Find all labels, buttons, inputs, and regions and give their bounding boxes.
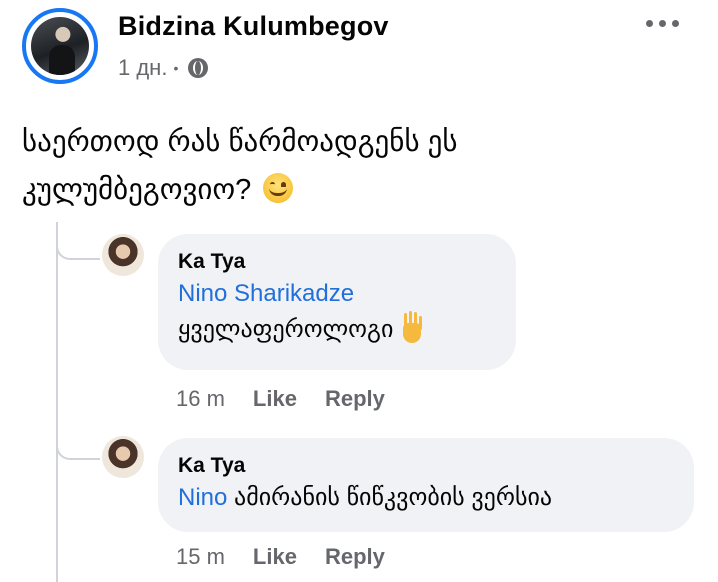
comment-bubble: Ka Tya Nino ამირანის წიწკვობის ვერსია bbox=[158, 438, 694, 532]
thread-line bbox=[56, 222, 58, 582]
smile-emoji-icon bbox=[263, 173, 294, 203]
comment-author[interactable]: Ka Tya bbox=[178, 452, 674, 480]
meta-separator: • bbox=[173, 60, 179, 76]
thread-branch bbox=[56, 430, 100, 460]
more-icon[interactable] bbox=[646, 20, 686, 32]
comment-time[interactable]: 16 m bbox=[176, 386, 225, 412]
author-avatar[interactable] bbox=[22, 8, 98, 84]
like-button[interactable]: Like bbox=[253, 386, 297, 412]
globe-icon[interactable] bbox=[188, 58, 209, 78]
commenter-avatar[interactable] bbox=[102, 234, 144, 276]
post-text-line-1: საერთოდ რას წარმოადგენს ეს bbox=[22, 126, 458, 158]
post-timestamp[interactable]: 1 дн. bbox=[118, 55, 167, 81]
comment-tag[interactable]: Nino bbox=[178, 484, 227, 511]
thread-branch bbox=[56, 230, 100, 260]
commenter-avatar[interactable] bbox=[102, 436, 144, 478]
post-header: Bidzina Kulumbegov 1 дн. • bbox=[0, 0, 718, 100]
avatar-photo bbox=[31, 17, 89, 75]
comment-actions: 15 m Like Reply bbox=[176, 544, 413, 570]
comment-tag[interactable]: Nino Sharikadze bbox=[178, 280, 354, 307]
comment-actions: 16 m Like Reply bbox=[176, 386, 413, 412]
reply-button[interactable]: Reply bbox=[325, 544, 385, 570]
post-text-line-2: კულუმბეგოვიო? bbox=[22, 174, 252, 206]
comment-bubble: Ka Tya Nino Sharikadze ყველაფეროლოგი bbox=[158, 234, 516, 370]
like-button[interactable]: Like bbox=[253, 544, 297, 570]
post-text: საერთოდ რას წარმოადგენს ეს კულუმბეგოვიო? bbox=[22, 118, 702, 214]
author-name[interactable]: Bidzina Kulumbegov bbox=[118, 11, 389, 42]
post-meta: 1 дн. • bbox=[118, 55, 209, 81]
comment-time[interactable]: 15 m bbox=[176, 544, 225, 570]
reply-button[interactable]: Reply bbox=[325, 386, 385, 412]
comment-text: ყველაფეროლოგი bbox=[178, 316, 394, 343]
comment-text: ამირანის წიწკვობის ვერსია bbox=[227, 484, 553, 511]
comment-author[interactable]: Ka Tya bbox=[178, 248, 496, 276]
raised-hand-icon bbox=[399, 313, 425, 343]
